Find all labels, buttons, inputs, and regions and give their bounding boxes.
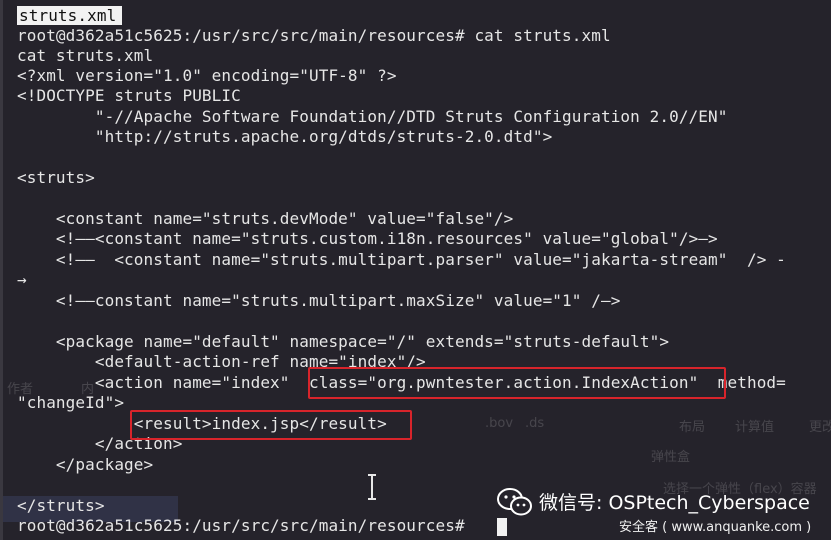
- background-panel-label-ds: .ds: [525, 416, 545, 431]
- terminal-line: <!——constant name="struts.multipart.maxS…: [17, 291, 621, 310]
- selected-filename-line: struts.xml: [17, 6, 123, 26]
- terminal-line: <?xml version="1.0" encoding="UTF-8" ?>: [17, 66, 397, 85]
- terminal-line: "changeId">: [17, 393, 125, 412]
- terminal-line: <struts>: [17, 168, 95, 187]
- watermark: 微信号: OSPtech_Cyberspace 安全客 ( www.anquan…: [497, 486, 827, 536]
- watermark-subtitle: 安全客 ( www.anquanke.com ): [619, 520, 812, 535]
- terminal-line: </struts>: [17, 496, 105, 515]
- highlight-box-result: [130, 410, 412, 440]
- highlight-box-action-class: [308, 367, 726, 399]
- terminal-line: <!——<constant name="struts.custom.i18n.r…: [17, 229, 718, 248]
- ibeam-cursor-icon: [368, 474, 376, 500]
- wechat-icon: [497, 488, 532, 516]
- terminal-line: "-//Apache Software Foundation//DTD Stru…: [17, 107, 728, 126]
- background-panel-label-flexbox: 弹性盒: [651, 450, 691, 465]
- terminal-line: <package name="default" namespace="/" ex…: [17, 332, 670, 351]
- terminal-line: "http://struts.apache.org/dtds/struts-2.…: [17, 127, 553, 146]
- background-panel-label-layout: 布局: [679, 420, 706, 435]
- terminal-line: <constant name="struts.devMode" value="f…: [17, 209, 514, 228]
- terminal-line: cat struts.xml: [17, 46, 154, 65]
- terminal-line: <!DOCTYPE struts PUBLIC: [17, 86, 241, 105]
- terminal-line: →: [17, 270, 27, 289]
- background-panel-label-bov: .bov: [485, 416, 514, 431]
- background-panel-label-computed: 计算值: [735, 420, 775, 435]
- terminal-line: <!—— <constant name="struts.multipart.pa…: [17, 250, 786, 269]
- watermark-title: 微信号: OSPtech_Cyberspace: [539, 492, 810, 514]
- text-selection[interactable]: struts.xml: [17, 6, 123, 25]
- background-panel-label-changes: 更改: [809, 420, 831, 435]
- terminal-line: </package>: [17, 455, 154, 474]
- shell-prompt[interactable]: root@d362a51c5625:/usr/src/src/main/reso…: [17, 516, 474, 536]
- terminal-window[interactable]: 作者 内 .bov .ds 布局 计算值 更改 弹性盒 选择一个弹性（flex）…: [0, 0, 831, 540]
- terminal-line: root@d362a51c5625:/usr/src/src/main/reso…: [17, 26, 611, 45]
